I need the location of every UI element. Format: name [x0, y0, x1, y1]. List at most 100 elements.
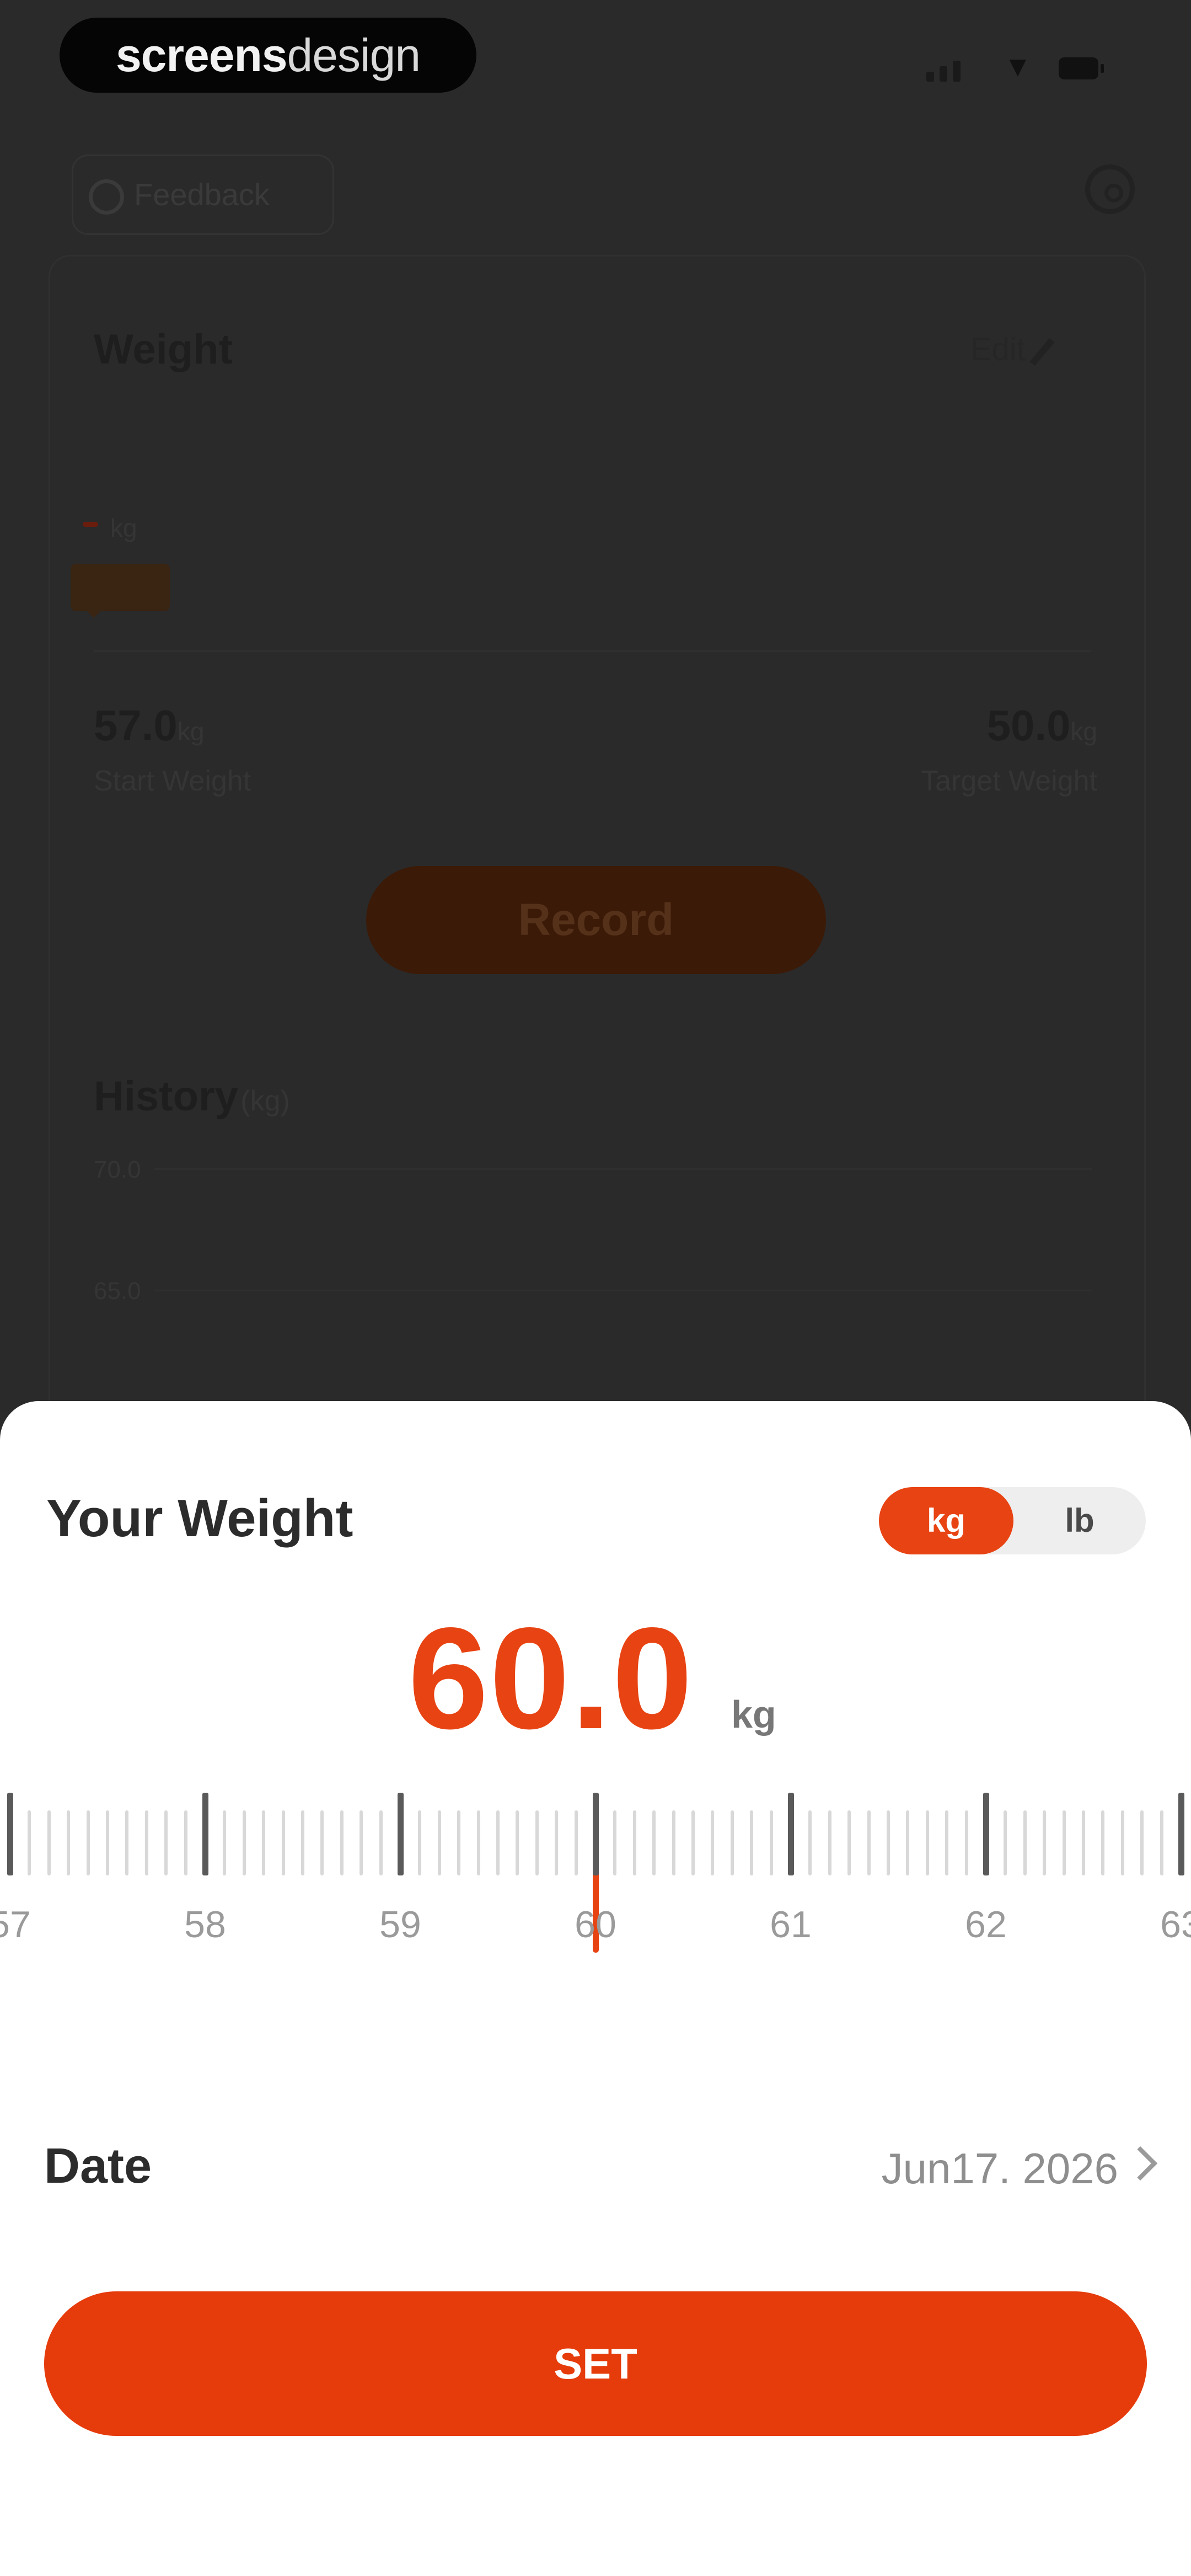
ruler-minor-tick — [925, 1810, 929, 1875]
set-button[interactable]: SET — [44, 2291, 1147, 2436]
ruler-minor-tick — [847, 1810, 851, 1875]
ruler-minor-tick — [281, 1810, 285, 1875]
sheet-title: Your Weight — [46, 1489, 353, 1548]
ruler-minor-tick — [964, 1810, 968, 1875]
ruler-major-tick — [788, 1793, 794, 1875]
ruler-minor-tick — [418, 1810, 422, 1875]
ruler-minor-tick — [1082, 1810, 1085, 1875]
start-weight-label: Start Weight — [94, 765, 251, 797]
target-weight: 50.0kg — [987, 701, 1097, 751]
ruler-minor-tick — [828, 1810, 831, 1875]
ruler-minor-tick — [476, 1810, 480, 1875]
ruler-major-tick — [593, 1793, 599, 1875]
status-bar: ▼ — [893, 49, 1125, 87]
ruler-tick-label: 62 — [965, 1904, 1007, 1946]
ruler-minor-tick — [223, 1810, 227, 1875]
ruler-minor-tick — [1023, 1810, 1027, 1875]
ruler-major-tick — [1178, 1793, 1184, 1875]
edit-button[interactable]: Edit — [970, 331, 1055, 368]
screensdesign-watermark: screensdesign — [60, 18, 476, 93]
chart-unit: kg — [110, 514, 137, 542]
ruler-tick-label: 63 — [1160, 1904, 1191, 1946]
weight-value: 60.0 — [408, 1597, 694, 1759]
ruler-minor-tick — [1062, 1810, 1066, 1875]
background-app: screensdesign ▼ Feedback Weight Edit kg … — [0, 0, 1191, 1472]
ruler-minor-tick — [1120, 1810, 1124, 1875]
ruler-major-tick — [983, 1793, 989, 1875]
ruler-minor-tick — [808, 1810, 812, 1875]
record-button[interactable]: Record — [366, 866, 826, 974]
ruler-minor-tick — [144, 1810, 148, 1875]
ruler-minor-tick — [86, 1810, 90, 1875]
ruler-major-tick — [398, 1793, 404, 1875]
weight-ruler[interactable]: 57 58 59 60 61 62 63 — [0, 1793, 1191, 2013]
ruler-minor-tick — [730, 1810, 734, 1875]
start-weight-unit: kg — [177, 717, 205, 746]
ruler-minor-tick — [887, 1810, 890, 1875]
card-divider — [94, 650, 1091, 652]
date-value[interactable]: Jun17. 2026 — [882, 2144, 1118, 2194]
ruler-minor-tick — [516, 1810, 519, 1875]
signal-icon — [953, 61, 961, 82]
signal-icon — [940, 66, 947, 82]
ruler-minor-tick — [1004, 1810, 1007, 1875]
ruler-minor-tick — [379, 1810, 383, 1875]
ruler-minor-tick — [437, 1810, 441, 1875]
target-weight-unit: kg — [1070, 717, 1097, 746]
settings-gear-icon[interactable] — [1085, 164, 1135, 214]
ruler-minor-tick — [320, 1810, 324, 1875]
weight-value-unit: kg — [731, 1693, 776, 1736]
watermark-light: design — [287, 29, 421, 81]
ruler-tick-label: 59 — [379, 1904, 421, 1946]
history-axis-label: 70.0 — [94, 1156, 141, 1183]
ruler-minor-tick — [28, 1810, 31, 1875]
feedback-button[interactable]: Feedback — [72, 154, 334, 235]
ruler-minor-tick — [164, 1810, 168, 1875]
watermark-bold: screens — [115, 29, 288, 81]
ruler-minor-tick — [945, 1810, 949, 1875]
ruler-minor-tick — [360, 1810, 363, 1875]
start-weight: 57.0kg — [94, 701, 204, 751]
unit-toggle[interactable]: kg lb — [879, 1487, 1146, 1554]
ruler-minor-tick — [632, 1810, 636, 1875]
ruler-minor-tick — [47, 1810, 51, 1875]
ruler-minor-tick — [67, 1810, 71, 1875]
ruler-minor-tick — [769, 1810, 773, 1875]
ruler-minor-tick — [652, 1810, 656, 1875]
ruler-minor-tick — [457, 1810, 461, 1875]
target-weight-value: 50.0 — [986, 701, 1071, 750]
ruler-minor-tick — [672, 1810, 675, 1875]
ruler-minor-tick — [301, 1810, 304, 1875]
feedback-label: Feedback — [134, 177, 270, 212]
chevron-right-icon[interactable] — [1123, 2146, 1158, 2181]
ruler-minor-tick — [691, 1810, 695, 1875]
edit-label: Edit — [970, 332, 1026, 367]
ruler-minor-tick — [1140, 1810, 1144, 1875]
signal-icon — [926, 72, 934, 82]
ruler-minor-tick — [867, 1810, 871, 1875]
ruler-tick-label: 60 — [575, 1904, 616, 1946]
unit-option-lb[interactable]: lb — [1013, 1487, 1146, 1554]
ruler-minor-tick — [106, 1810, 109, 1875]
ruler-minor-tick — [906, 1810, 910, 1875]
weight-title: Weight — [94, 326, 233, 373]
target-weight-label: Target Weight — [921, 765, 1097, 797]
ruler-major-tick — [7, 1793, 13, 1875]
history-header: History (kg) — [94, 1072, 290, 1120]
ruler-minor-tick — [496, 1810, 500, 1875]
ruler-minor-tick — [1101, 1810, 1105, 1875]
ruler-minor-tick — [340, 1810, 344, 1875]
ruler-minor-tick — [1160, 1810, 1163, 1875]
history-unit: (kg) — [240, 1085, 290, 1117]
battery-icon — [1059, 57, 1104, 79]
ruler-minor-tick — [555, 1810, 559, 1875]
ruler-minor-tick — [574, 1810, 578, 1875]
ruler-tick-label: 61 — [770, 1904, 812, 1946]
ruler-minor-tick — [535, 1810, 539, 1875]
ruler-minor-tick — [1043, 1810, 1047, 1875]
ruler-minor-tick — [750, 1810, 754, 1875]
ruler-minor-tick — [125, 1810, 129, 1875]
unit-option-kg[interactable]: kg — [879, 1487, 1013, 1554]
history-gridline — [154, 1290, 1092, 1291]
wifi-icon: ▼ — [1004, 51, 1032, 83]
